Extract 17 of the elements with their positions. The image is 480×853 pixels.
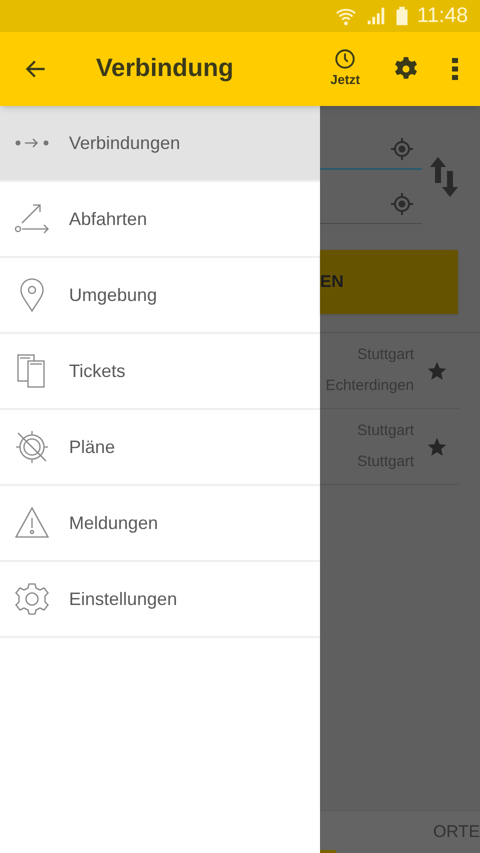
more-icon	[452, 58, 458, 80]
dots-arrow-icon	[14, 137, 50, 149]
locate-icon[interactable]	[390, 192, 414, 216]
compass-icon	[14, 429, 50, 465]
signal-icon	[365, 5, 387, 27]
locate-icon[interactable]	[390, 137, 414, 161]
battery-icon	[395, 5, 409, 27]
settings-icon	[14, 581, 50, 617]
clock-icon	[334, 48, 356, 70]
tab-indicator	[320, 850, 336, 853]
star-icon[interactable]	[426, 360, 448, 382]
star-icon[interactable]	[426, 436, 448, 458]
drawer-item[interactable]: Verbindungen	[0, 106, 320, 182]
page-title: Verbindung	[96, 53, 234, 84]
settings-icon	[393, 56, 419, 82]
now-button[interactable]: Jetzt	[326, 48, 364, 90]
clock-time: 11:48	[417, 3, 468, 30]
